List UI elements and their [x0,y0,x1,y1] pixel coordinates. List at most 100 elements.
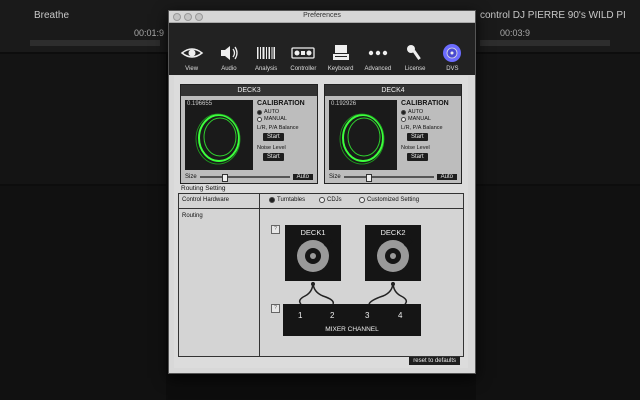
tab-view[interactable]: View [175,42,209,75]
preferences-toolbar: View Audio Analysis Controller Keyboard … [169,23,475,75]
deck4-auto-label: AUTO [408,109,424,115]
deck3-title: DECK3 [181,85,317,96]
speaker-icon [220,46,238,60]
deck4-calibration-heading: CALIBRATION [401,100,449,107]
deck3-scope-trace [195,113,241,165]
bg-right-waveform [480,40,610,46]
dots-icon [368,50,388,56]
customized-radio[interactable]: Customized Setting [359,197,419,203]
window-title: Preferences [303,12,341,19]
keyboard-icon [332,45,349,60]
eye-icon [180,48,203,58]
mixer-channel-3: 3 [365,311,370,320]
tab-license[interactable]: License [398,42,432,75]
deck3-calibration: DECK3 0.196655 CALIBRATION AUTO MANUAL L… [180,84,318,184]
deck4-manual-radio[interactable]: MANUAL [401,116,457,122]
deck2-label: DECK2 [380,228,406,237]
cdjs-radio[interactable]: CDJs [319,197,342,203]
record-icon [377,238,413,272]
disc-icon [443,44,462,62]
bg-browser-left [0,186,166,400]
bg-right-deck-panel [476,54,640,184]
deck3-auto-label: AUTO [264,109,280,115]
deck1-label: DECK1 [300,228,326,237]
deck3-balance-label: L/R, P/A Balance [257,125,299,131]
deck4-scope: 0.192926 [329,100,397,170]
deck3-noise-start-button[interactable]: Start [263,153,284,161]
tab-advanced-label: Advanced [364,66,392,72]
tab-controller[interactable]: Controller [286,42,320,75]
reset-to-defaults-button[interactable]: reset to defaults [409,357,460,365]
deck3-scope: 0.196655 [185,100,253,170]
deck4-size-slider[interactable] [343,174,434,182]
bg-right-track-title: control DJ PIERRE 90's WILD PI [480,10,626,21]
tab-license-label: License [404,66,426,72]
tab-dvs[interactable]: DVS [435,42,469,75]
routing-table: Control Hardware Turntables CDJs Customi… [178,193,464,357]
deck3-manual-radio[interactable]: MANUAL [257,116,313,122]
deck3-size-slider[interactable] [199,174,290,182]
routing-divider [259,194,260,356]
tab-keyboard-label: Keyboard [327,66,354,72]
tab-controller-label: Controller [290,66,317,72]
deck3-size-auto-button[interactable]: Auto [292,174,313,180]
radio-dot [319,197,325,203]
help-icon-decks[interactable]: ? [271,225,280,234]
barcode-icon [257,47,276,59]
tab-audio[interactable]: Audio [212,42,246,75]
deck3-size-knob[interactable] [222,174,229,182]
deck4-size-auto-button[interactable]: Auto [436,174,457,180]
controller-icon [291,47,316,59]
tab-analysis-label: Analysis [254,66,278,72]
bg-left-track-title: Breathe [34,10,70,21]
radio-dot [257,116,262,122]
turntables-radio[interactable]: Turntables [269,197,305,203]
deck1-tile: DECK1 [285,225,341,281]
bg-track-list [476,186,640,400]
radio-dot [401,109,406,115]
deck4-balance-label: L/R, P/A Balance [401,125,443,131]
deck3-noise-label: Noise Level [257,145,286,151]
routing-label: Routing [182,213,203,219]
mixer-channel-title: MIXER CHANNEL [325,326,379,333]
deck4-size-label: Size [329,174,341,180]
deck4-calibration: DECK4 0.192926 CALIBRATION AUTO MANUAL L… [324,84,462,184]
bg-left-deck-panel [0,54,166,184]
help-icon-mixer[interactable]: ? [271,304,280,313]
deck3-size-row: Size Auto [185,174,313,182]
tab-keyboard[interactable]: Keyboard [324,42,358,75]
deck3-auto-radio[interactable]: AUTO [257,109,313,115]
deck4-size-row: Size Auto [329,174,457,182]
deck4-signal-value: 0.192926 [331,101,357,107]
deck4-calibration-controls: CALIBRATION AUTO MANUAL L/R, P/A Balance… [401,100,457,163]
tab-advanced[interactable]: Advanced [361,42,395,75]
bg-left-time: 00:01:9 [134,28,165,38]
deck3-size-label: Size [185,174,197,180]
bg-left-waveform [30,40,160,46]
key-icon [407,45,421,60]
cdjs-label: CDJs [327,197,342,203]
deck4-balance-start-button[interactable]: Start [407,133,428,141]
deck2-tile: DECK2 [365,225,421,281]
deck4-size-knob[interactable] [366,174,373,182]
deck4-noise-start-button[interactable]: Start [407,153,428,161]
routing-section-title: Routing Setting [181,185,226,192]
tab-dvs-label: DVS [446,66,459,72]
mixer-channel-block: 1 2 3 4 MIXER CHANNEL [283,304,421,336]
bg-right-time: 00:03:9 [500,28,531,38]
deck4-manual-label: MANUAL [408,116,431,122]
deck4-auto-radio[interactable]: AUTO [401,109,457,115]
mixer-channel-2: 2 [330,311,335,320]
deck4-title: DECK4 [325,85,461,96]
tab-audio-label: Audio [221,66,237,72]
deck3-calibration-heading: CALIBRATION [257,100,305,107]
tab-view-label: View [185,66,199,72]
mixer-channel-4: 4 [398,311,403,320]
deck3-signal-value: 0.196655 [187,101,213,107]
radio-dot [401,116,406,122]
tab-analysis[interactable]: Analysis [249,42,283,75]
record-icon [297,238,333,272]
radio-dot [359,197,365,203]
turntables-label: Turntables [277,197,306,203]
deck3-balance-start-button[interactable]: Start [263,133,284,141]
